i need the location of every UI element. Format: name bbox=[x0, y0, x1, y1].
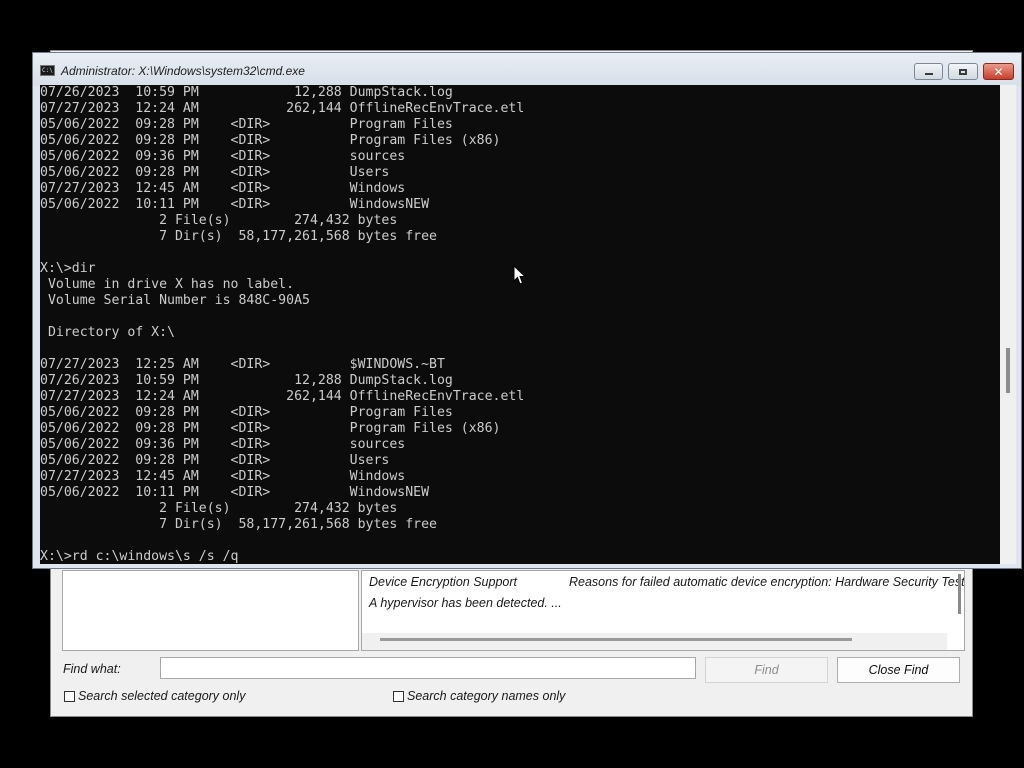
title-bar[interactable]: C:\ Administrator: X:\Windows\system32\c… bbox=[33, 53, 1021, 86]
category-tree-pane[interactable] bbox=[62, 570, 359, 651]
result-value: Reasons for failed automatic device encr… bbox=[569, 575, 965, 589]
console-line: 2 File(s) 274,432 bytes bbox=[40, 213, 398, 228]
minimize-icon bbox=[924, 73, 933, 75]
console-text: 07/26/2023 10:59 PM 12,288 DumpStack.log… bbox=[40, 85, 524, 564]
maximize-button[interactable] bbox=[948, 63, 978, 80]
search-selected-category-label: Search selected category only bbox=[78, 689, 246, 703]
minimize-button[interactable] bbox=[914, 63, 943, 80]
console-line: Directory of X:\ bbox=[40, 325, 175, 340]
console-line: 07/27/2023 12:45 AM <DIR> Windows bbox=[40, 469, 406, 484]
close-icon: ✕ bbox=[993, 64, 1004, 79]
results-list-pane[interactable]: Device Encryption Support Reasons for fai… bbox=[361, 570, 965, 651]
console-line: 05/06/2022 10:11 PM <DIR> WindowsNEW bbox=[40, 485, 430, 500]
console-line: 05/06/2022 09:28 PM <DIR> Program Files … bbox=[40, 421, 501, 436]
horizontal-scrollbar-thumb[interactable] bbox=[380, 638, 852, 641]
mouse-cursor-icon bbox=[513, 265, 527, 285]
checkbox-box[interactable] bbox=[393, 690, 404, 702]
console-line: 7 Dir(s) 58,177,261,568 bytes free bbox=[40, 517, 437, 532]
console-line: 07/27/2023 12:25 AM <DIR> $WINDOWS.~BT bbox=[40, 357, 445, 372]
console-line: 05/06/2022 09:36 PM <DIR> sources bbox=[40, 437, 406, 452]
console-line: 05/06/2022 09:28 PM <DIR> Program Files bbox=[40, 117, 453, 132]
console-line: Volume Serial Number is 848C-90A5 bbox=[40, 293, 310, 308]
console-line: 2 File(s) 274,432 bytes bbox=[40, 501, 398, 516]
checkbox-box[interactable] bbox=[64, 690, 75, 702]
console-line: X:\>rd c:\windows\s /s /q bbox=[40, 549, 239, 564]
console-output[interactable]: 07/26/2023 10:59 PM 12,288 DumpStack.log… bbox=[40, 85, 1000, 564]
console-line: 07/27/2023 12:24 AM 262,144 OfflineRecEn… bbox=[40, 101, 525, 116]
window-title: Administrator: X:\Windows\system32\cmd.e… bbox=[61, 64, 305, 78]
console-line: 05/06/2022 09:28 PM <DIR> Users bbox=[40, 165, 390, 180]
search-category-names-label: Search category names only bbox=[407, 689, 566, 703]
console-line: 07/26/2023 10:59 PM 12,288 DumpStack.log bbox=[40, 85, 453, 100]
close-button[interactable]: ✕ bbox=[983, 63, 1014, 80]
console-line: 05/06/2022 10:11 PM <DIR> WindowsNEW bbox=[40, 197, 430, 212]
console-line: 05/06/2022 09:28 PM <DIR> Users bbox=[40, 453, 390, 468]
results-footer bbox=[362, 633, 947, 650]
close-find-button[interactable]: Close Find bbox=[837, 657, 960, 683]
cmd-window[interactable]: C:\ Administrator: X:\Windows\system32\c… bbox=[32, 52, 1022, 569]
console-line: 7 Dir(s) 58,177,261,568 bytes free bbox=[40, 229, 437, 244]
result-row[interactable]: Device Encryption Support Reasons for fai… bbox=[369, 575, 965, 589]
console-line: 07/27/2023 12:24 AM 262,144 OfflineRecEn… bbox=[40, 389, 525, 404]
result-item: A hypervisor has been detected. ... bbox=[369, 596, 562, 610]
console-line: X:\>dir bbox=[40, 261, 96, 276]
cmd-icon[interactable]: C:\ bbox=[40, 65, 55, 76]
find-what-label: Find what: bbox=[63, 662, 121, 676]
console-line: 07/26/2023 10:59 PM 12,288 DumpStack.log bbox=[40, 373, 453, 388]
result-item: Device Encryption Support bbox=[369, 575, 517, 589]
console-line: 05/06/2022 09:36 PM <DIR> sources bbox=[40, 149, 406, 164]
console-scrollbar-thumb[interactable] bbox=[1006, 348, 1010, 393]
result-row[interactable]: A hypervisor has been detected. ... bbox=[369, 596, 562, 610]
search-category-names-checkbox[interactable]: Search category names only bbox=[393, 689, 565, 703]
maximize-icon bbox=[959, 68, 967, 75]
vertical-scrollbar-thumb[interactable] bbox=[958, 574, 961, 614]
console-line: 05/06/2022 09:28 PM <DIR> Program Files … bbox=[40, 133, 501, 148]
console-line: 05/06/2022 09:28 PM <DIR> Program Files bbox=[40, 405, 453, 420]
find-what-input[interactable] bbox=[160, 657, 696, 679]
find-button[interactable]: Find bbox=[705, 657, 828, 683]
console-scrollbar[interactable] bbox=[1000, 85, 1016, 564]
console-line: 07/27/2023 12:45 AM <DIR> Windows bbox=[40, 181, 406, 196]
search-selected-category-checkbox[interactable]: Search selected category only bbox=[64, 689, 245, 703]
console-line: Volume in drive X has no label. bbox=[40, 277, 295, 292]
